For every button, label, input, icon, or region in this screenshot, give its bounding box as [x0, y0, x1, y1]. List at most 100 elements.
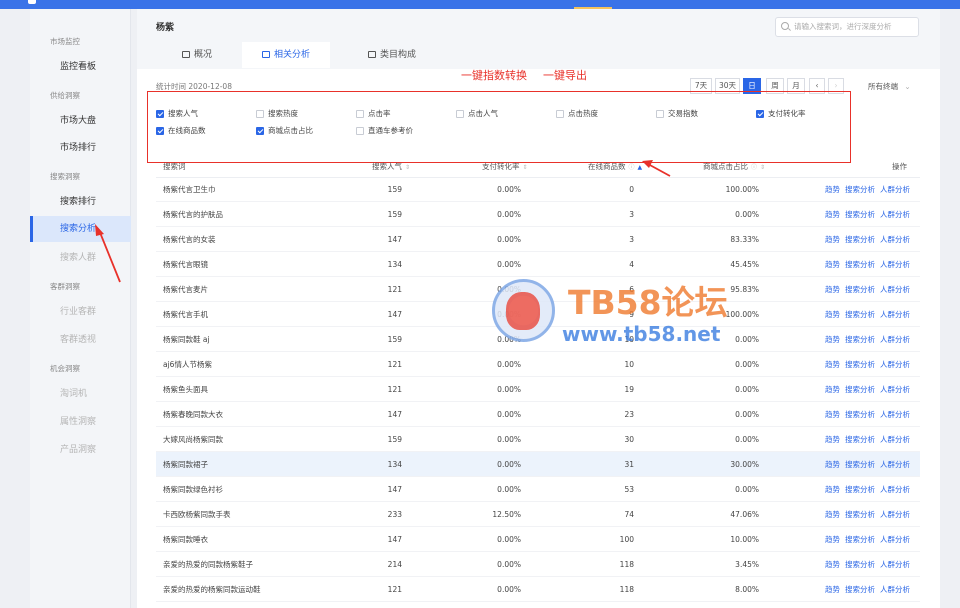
search-analysis-link[interactable]: 搜索分析	[845, 460, 875, 469]
cell-search-popularity: 121	[387, 360, 402, 369]
cell-keyword: 亲爱的热爱的杨紫同款	[163, 602, 238, 608]
cell-keyword: 亲爱的热爱的同款杨紫鞋子	[163, 560, 253, 569]
cell-online-products: 118	[619, 585, 634, 594]
search-analysis-link[interactable]: 搜索分析	[845, 535, 875, 544]
table-row: 杨紫代言眼镜 134 0.00% 4 45.45% 趋势 搜索分析 人群分析	[156, 252, 920, 277]
crowd-analysis-link[interactable]: 人群分析	[880, 185, 910, 194]
sidebar-item-customer-perspective[interactable]: 客群透视	[30, 327, 131, 353]
tab-related-analysis[interactable]: 相关分析	[242, 42, 330, 68]
crowd-analysis-link[interactable]: 人群分析	[880, 235, 910, 244]
search-analysis-link[interactable]: 搜索分析	[845, 385, 875, 394]
search-analysis-link[interactable]: 搜索分析	[845, 435, 875, 444]
search-analysis-link[interactable]: 搜索分析	[845, 360, 875, 369]
trend-link[interactable]: 趋势	[825, 210, 840, 219]
filter-online-products[interactable]: 在线商品数	[156, 125, 206, 137]
sidebar-item-market-ranking[interactable]: 市场排行	[30, 135, 131, 161]
search-analysis-link[interactable]: 搜索分析	[845, 510, 875, 519]
filter-search-heat[interactable]: 搜索热度	[256, 108, 298, 120]
col-label: 商城点击占比	[703, 162, 748, 171]
trend-link[interactable]: 趋势	[825, 185, 840, 194]
search-analysis-link[interactable]: 搜索分析	[845, 560, 875, 569]
cell-pay-conversion: 0.00%	[497, 260, 521, 269]
sidebar-item-industry-customers[interactable]: 行业客群	[30, 299, 131, 325]
sidebar-item-product-insight[interactable]: 产品洞察	[30, 437, 131, 463]
crowd-analysis-link[interactable]: 人群分析	[880, 510, 910, 519]
crowd-analysis-link[interactable]: 人群分析	[880, 285, 910, 294]
trend-link[interactable]: 趋势	[825, 285, 840, 294]
sidebar-item-search-ranking[interactable]: 搜索排行	[30, 189, 131, 215]
tab-category-composition[interactable]: 类目构成	[357, 42, 427, 68]
crowd-analysis-link[interactable]: 人群分析	[880, 535, 910, 544]
cell-keyword: 卡西欧杨紫同款手表	[163, 510, 231, 519]
crowd-analysis-link[interactable]: 人群分析	[880, 210, 910, 219]
table-row: 卡西欧杨紫同款手表 233 12.50% 74 47.06% 趋势 搜索分析 人群分析	[156, 502, 920, 527]
cell-keyword: 杨紫代言手机	[163, 310, 208, 319]
crowd-analysis-link[interactable]: 人群分析	[880, 335, 910, 344]
filter-click-heat[interactable]: 点击热度	[556, 108, 598, 120]
search-analysis-link[interactable]: 搜索分析	[845, 585, 875, 594]
filter-click-rate[interactable]: 点击率	[356, 108, 391, 120]
filter-label: 直通车参考价	[368, 126, 413, 135]
trend-link[interactable]: 趋势	[825, 560, 840, 569]
crowd-analysis-link[interactable]: 人群分析	[880, 385, 910, 394]
col-search-popularity[interactable]: 搜索人气 ⇕	[372, 156, 410, 179]
search-analysis-link[interactable]: 搜索分析	[845, 260, 875, 269]
filter-click-popularity[interactable]: 点击人气	[456, 108, 498, 120]
filter-mall-click-ratio[interactable]: 商城点击占比	[256, 125, 313, 137]
filter-trade-index[interactable]: 交易指数	[656, 108, 698, 120]
search-input[interactable]: 请输入搜索词，进行深度分析	[775, 17, 919, 37]
trend-link[interactable]: 趋势	[825, 335, 840, 344]
trend-link[interactable]: 趋势	[825, 410, 840, 419]
search-analysis-link[interactable]: 搜索分析	[845, 335, 875, 344]
trend-link[interactable]: 趋势	[825, 535, 840, 544]
crowd-analysis-link[interactable]: 人群分析	[880, 460, 910, 469]
row-actions: 趋势搜索分析人群分析	[820, 277, 910, 302]
cell-search-popularity: 159	[387, 185, 402, 194]
crowd-analysis-link[interactable]: 人群分析	[880, 260, 910, 269]
sidebar-item-market-overview[interactable]: 市场大盘	[30, 108, 131, 134]
cell-search-popularity: 147	[387, 485, 402, 494]
sidebar-item-monitor-board[interactable]: 监控看板	[30, 54, 131, 80]
search-analysis-link[interactable]: 搜索分析	[845, 485, 875, 494]
sidebar-item-word-machine[interactable]: 淘词机	[30, 381, 131, 407]
trend-link[interactable]: 趋势	[825, 460, 840, 469]
trend-link[interactable]: 趋势	[825, 585, 840, 594]
row-actions: 趋势搜索分析人群分析	[820, 577, 910, 602]
search-analysis-link[interactable]: 搜索分析	[845, 285, 875, 294]
filter-pay-conversion[interactable]: 支付转化率	[756, 108, 806, 120]
trend-link[interactable]: 趋势	[825, 385, 840, 394]
trend-link[interactable]: 趋势	[825, 485, 840, 494]
trend-link[interactable]: 趋势	[825, 260, 840, 269]
search-analysis-link[interactable]: 搜索分析	[845, 210, 875, 219]
search-analysis-link[interactable]: 搜索分析	[845, 185, 875, 194]
trend-link[interactable]: 趋势	[825, 235, 840, 244]
crowd-analysis-link[interactable]: 人群分析	[880, 485, 910, 494]
trend-link[interactable]: 趋势	[825, 310, 840, 319]
search-analysis-link[interactable]: 搜索分析	[845, 235, 875, 244]
filter-search-popularity[interactable]: 搜索人气	[156, 108, 198, 120]
terminal-select[interactable]: 所有终端 ⌄	[868, 81, 911, 92]
col-pay-conversion[interactable]: 支付转化率 ⇕	[482, 156, 528, 179]
cell-mall-click-ratio: 95.83%	[730, 285, 759, 294]
trend-link[interactable]: 趋势	[825, 510, 840, 519]
filter-ztc-ref-price[interactable]: 直通车参考价	[356, 125, 413, 137]
trend-link[interactable]: 趋势	[825, 435, 840, 444]
crowd-analysis-link[interactable]: 人群分析	[880, 585, 910, 594]
cell-search-popularity: 121	[387, 385, 402, 394]
crowd-analysis-link[interactable]: 人群分析	[880, 310, 910, 319]
col-mall-click-ratio[interactable]: 商城点击占比 ⓘ ⇕	[703, 156, 765, 179]
crowd-analysis-link[interactable]: 人群分析	[880, 410, 910, 419]
search-analysis-link[interactable]: 搜索分析	[845, 410, 875, 419]
cell-keyword: 杨紫代言麦片	[163, 285, 208, 294]
crowd-analysis-link[interactable]: 人群分析	[880, 435, 910, 444]
sidebar-item-attribute-insight[interactable]: 属性洞察	[30, 409, 131, 435]
cell-mall-click-ratio: 0.00%	[735, 435, 759, 444]
tab-overview[interactable]: 概况	[167, 42, 227, 68]
crowd-analysis-link[interactable]: 人群分析	[880, 560, 910, 569]
table-row: 杨紫代言的护肤品 159 0.00% 3 0.00% 趋势 搜索分析 人群分析	[156, 202, 920, 227]
search-analysis-link[interactable]: 搜索分析	[845, 310, 875, 319]
trend-link[interactable]: 趋势	[825, 360, 840, 369]
cell-pay-conversion: 0.00%	[497, 310, 521, 319]
crowd-analysis-link[interactable]: 人群分析	[880, 360, 910, 369]
col-online-products[interactable]: 在线商品数 ⓘ ▲	[588, 156, 642, 179]
